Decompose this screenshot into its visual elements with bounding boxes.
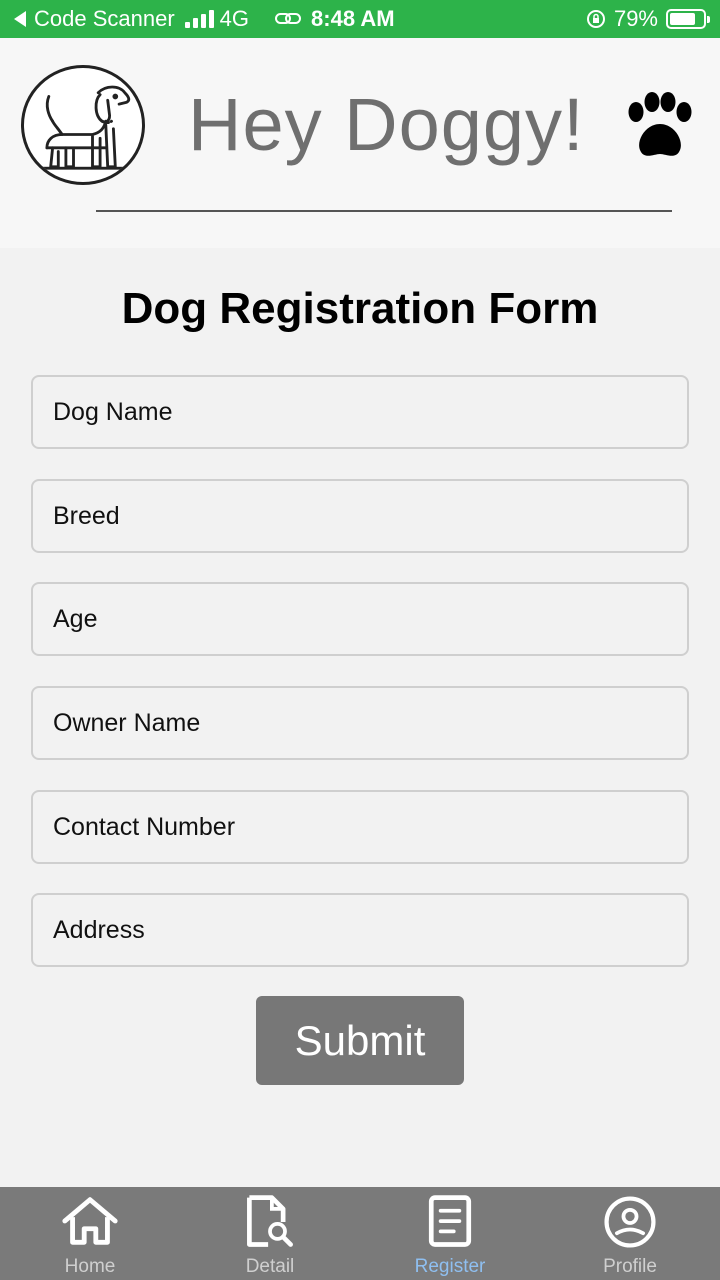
document-search-icon [247, 1195, 293, 1247]
submit-button[interactable]: Submit [256, 996, 464, 1085]
tab-home-label: Home [64, 1256, 116, 1277]
owner-name-input[interactable] [31, 686, 689, 760]
app-screen: Code Scanner 4G 8:48 AM 79% Hey Doggy! D… [0, 0, 720, 1280]
dog-logo-icon [21, 65, 145, 185]
link-icon [275, 13, 302, 24]
header-divider [96, 210, 672, 212]
tab-detail[interactable]: Detail [180, 1187, 360, 1280]
tab-home[interactable]: Home [0, 1187, 180, 1280]
orientation-lock-icon [586, 10, 605, 28]
battery-level [670, 13, 696, 25]
address-input[interactable] [31, 893, 689, 967]
tab-detail-label: Detail [245, 1256, 295, 1277]
breed-input[interactable] [31, 479, 689, 553]
status-bar: Code Scanner 4G 8:48 AM 79% [0, 0, 720, 38]
tab-profile-label: Profile [603, 1256, 657, 1277]
app-header: Hey Doggy! [0, 38, 720, 248]
dog-name-input[interactable] [31, 375, 689, 449]
form-title: Dog Registration Form [121, 284, 599, 333]
app-title: Hey Doggy! [188, 83, 585, 166]
contact-number-input[interactable] [31, 790, 689, 864]
network-type: 4G [219, 6, 250, 31]
profile-icon [604, 1196, 656, 1248]
home-icon [62, 1197, 118, 1245]
back-arrow-icon[interactable] [14, 11, 26, 27]
back-app-label[interactable]: Code Scanner [34, 6, 175, 32]
form-icon [428, 1195, 472, 1247]
tab-register-label: Register [414, 1256, 486, 1277]
battery-icon [666, 9, 710, 29]
clock: 8:48 AM [311, 6, 395, 31]
signal-icon [184, 10, 214, 28]
age-input[interactable] [31, 582, 689, 656]
tab-profile[interactable]: Profile [540, 1187, 720, 1280]
tab-register[interactable]: Register [360, 1187, 540, 1280]
battery-percent: 79% [613, 6, 658, 31]
paw-icon [628, 92, 692, 156]
bottom-nav: Home Detail Register Profile [0, 1187, 720, 1280]
